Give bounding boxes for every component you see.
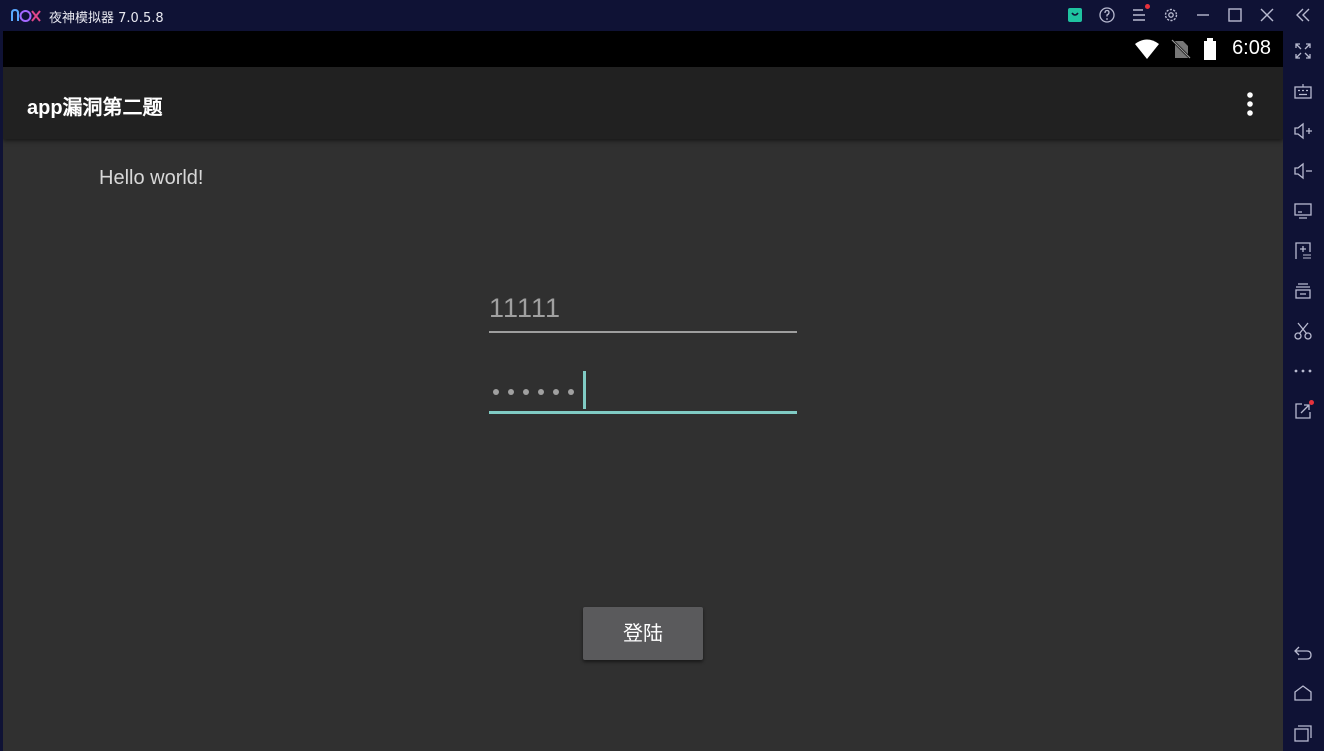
collapse-icon[interactable] (1293, 5, 1313, 25)
settings-icon[interactable] (1161, 5, 1181, 25)
password-mask (493, 389, 574, 395)
hello-text: Hello world! (99, 167, 204, 189)
password-dot (523, 389, 529, 395)
emulator-titlebar: 夜神模拟器 7.0.5.8 (0, 0, 1324, 31)
battery-icon (1204, 38, 1216, 60)
overflow-menu-icon[interactable] (1235, 89, 1265, 119)
password-dot (553, 389, 559, 395)
notification-dot (1145, 4, 1150, 9)
multi-instance-icon[interactable] (1293, 281, 1313, 301)
status-time: 6:08 (1232, 37, 1271, 59)
password-field[interactable] (489, 367, 797, 414)
more-icon[interactable] (1293, 361, 1313, 381)
username-field[interactable]: 11111 (489, 287, 797, 333)
menu-icon[interactable] (1129, 4, 1150, 25)
window-title: 夜神模拟器 7.0.5.8 (49, 11, 164, 26)
keyboard-icon[interactable] (1293, 81, 1313, 101)
add-apk-icon[interactable] (1293, 241, 1313, 261)
maximize-icon[interactable] (1225, 5, 1245, 25)
minimize-icon[interactable] (1193, 5, 1213, 25)
notification-dot (1309, 400, 1314, 405)
login-button[interactable]: 登陆 (583, 607, 703, 660)
screen-icon[interactable] (1293, 201, 1313, 221)
help-icon[interactable] (1097, 5, 1117, 25)
back-icon[interactable] (1293, 643, 1313, 663)
close-icon[interactable] (1257, 5, 1277, 25)
username-value: 11111 (489, 293, 562, 323)
screenshot-cut-icon[interactable] (1293, 321, 1313, 341)
password-dot (508, 389, 514, 395)
app-bar: app漏洞第二题 (3, 67, 1283, 139)
volume-down-icon[interactable] (1293, 161, 1313, 181)
home-icon[interactable] (1293, 683, 1313, 703)
status-bar: 6:08 (3, 31, 1283, 67)
password-dot (493, 389, 499, 395)
fullscreen-icon[interactable] (1293, 41, 1313, 61)
app-title: app漏洞第二题 (27, 97, 163, 119)
store-icon[interactable] (1065, 5, 1085, 25)
password-dot (568, 389, 574, 395)
share-icon[interactable] (1293, 400, 1314, 421)
text-caret (583, 371, 586, 409)
volume-up-icon[interactable] (1293, 121, 1313, 141)
password-dot (538, 389, 544, 395)
no-sim-icon (1171, 39, 1191, 59)
emulator-sidebar (1283, 31, 1324, 751)
android-screen: 6:08 app漏洞第二题 Hello world! 11111 登陆 (3, 31, 1283, 751)
wifi-icon (1135, 39, 1159, 59)
nox-logo (11, 8, 41, 22)
recent-apps-icon[interactable] (1293, 723, 1313, 743)
